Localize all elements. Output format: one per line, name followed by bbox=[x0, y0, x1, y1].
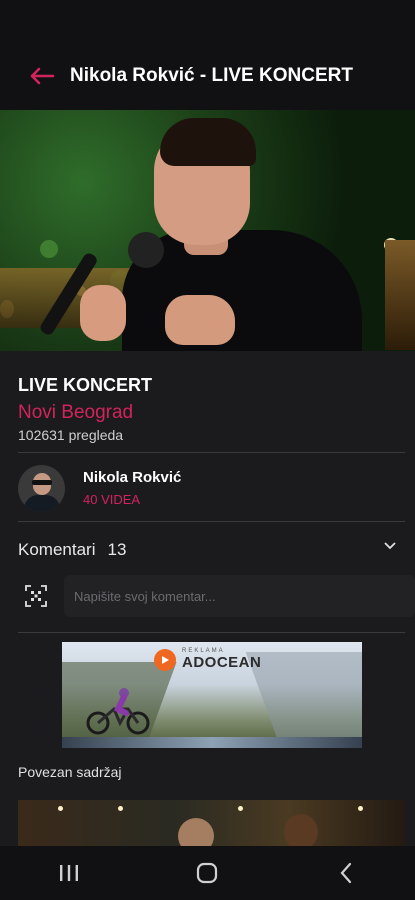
ad-brand-name: ADOCEAN bbox=[182, 654, 262, 671]
divider bbox=[18, 521, 405, 522]
recents-icon bbox=[60, 865, 79, 881]
divider bbox=[18, 452, 405, 453]
back-button[interactable] bbox=[22, 56, 62, 96]
channel-video-count: 40 VIDEA bbox=[83, 492, 141, 507]
comment-input[interactable] bbox=[64, 575, 415, 617]
comments-label: Komentari bbox=[18, 540, 96, 559]
divider bbox=[18, 632, 405, 633]
chevron-down-icon bbox=[384, 542, 396, 550]
page-title: Nikola Rokvić - LIVE KONCERT bbox=[70, 65, 353, 86]
ad-logo: REKLAMA ADOCEAN bbox=[154, 648, 261, 671]
home-button[interactable] bbox=[177, 853, 237, 893]
system-back-button[interactable] bbox=[316, 853, 376, 893]
view-count: 102631 pregleda bbox=[18, 427, 124, 443]
video-title: LIVE KONCERT bbox=[18, 375, 153, 395]
home-icon bbox=[197, 862, 218, 884]
cyclist-icon bbox=[86, 688, 150, 735]
avatar bbox=[18, 464, 65, 512]
comments-header[interactable]: Komentari 13 bbox=[18, 537, 405, 563]
back-chevron-icon bbox=[340, 862, 351, 884]
channel-row[interactable]: Nikola Rokvić 40 VIDEA bbox=[18, 463, 405, 513]
ad-banner[interactable]: REKLAMA ADOCEAN bbox=[62, 642, 362, 748]
qr-scan-icon bbox=[25, 585, 47, 607]
arrow-left-icon bbox=[30, 67, 55, 85]
video-player[interactable] bbox=[0, 110, 415, 351]
play-icon bbox=[154, 648, 176, 671]
qr-scan-button[interactable] bbox=[18, 578, 54, 614]
related-video-thumbnail[interactable] bbox=[18, 800, 405, 846]
related-label: Povezan sadržaj bbox=[18, 764, 122, 780]
system-nav-bar bbox=[0, 846, 415, 900]
comment-composer bbox=[18, 575, 415, 617]
comments-count: 13 bbox=[107, 540, 127, 559]
top-app-bar: Nikola Rokvić - LIVE KONCERT bbox=[0, 42, 415, 110]
status-bar bbox=[0, 0, 415, 42]
video-location: Novi Beograd bbox=[18, 402, 134, 423]
recents-button[interactable] bbox=[39, 853, 99, 893]
channel-name: Nikola Rokvić bbox=[83, 469, 182, 486]
